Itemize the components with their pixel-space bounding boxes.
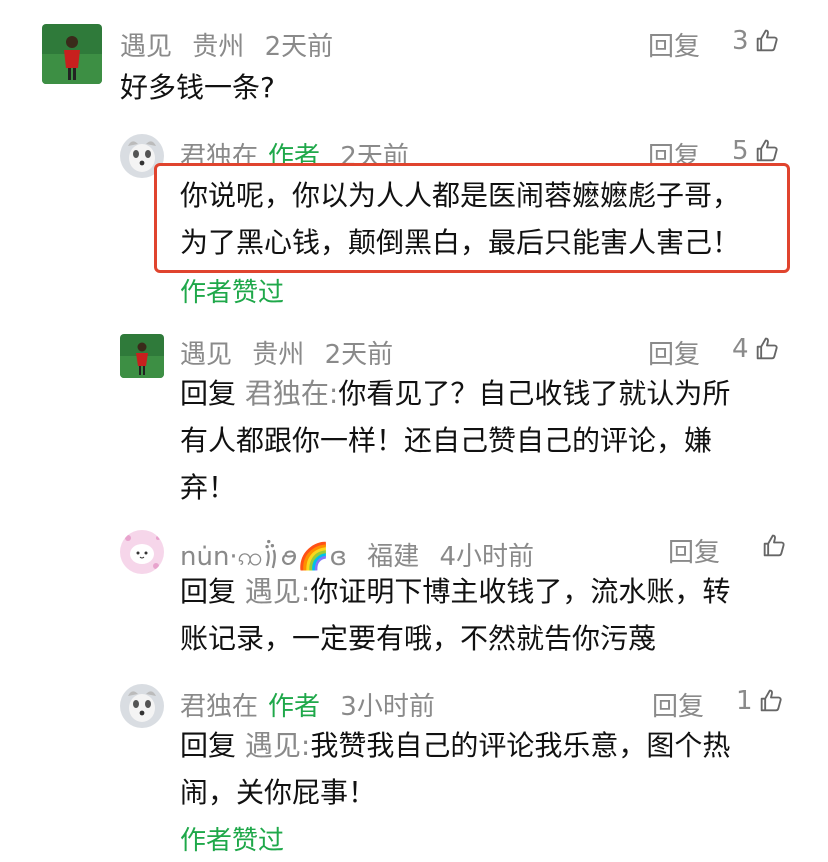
like-count: 3 — [732, 26, 749, 56]
reply-button[interactable]: 回复 — [648, 334, 700, 371]
like-count: 5 — [732, 136, 749, 166]
comment-text-line: 回复 遇见:我赞我自己的评论我乐意，图个热 — [180, 722, 730, 769]
reply-prefix: 回复 — [180, 729, 237, 762]
avatar-image — [120, 334, 164, 378]
comment-text-line: 回复 君独在:你看见了？自己收钱了就认为所 — [180, 370, 730, 417]
comment-text: 回复 遇见:你证明下博主收钱了，流水账，转 账记录，一定要有哦，不然就告你污蔑 — [180, 568, 730, 662]
reply-prefix: 回复 — [180, 377, 237, 410]
author-liked-label: 作者赞过 — [180, 826, 285, 856]
comment-text-line: 为了黑心钱，颠倒黑白，最后只能害人害己！ — [180, 226, 741, 259]
comment-text-line: 有人都跟你一样！还自己赞自己的评论，嫌 — [180, 424, 713, 457]
reply-to-user[interactable]: 君独在: — [245, 377, 338, 410]
comment-text: 好多钱一条? — [120, 71, 275, 104]
like-button[interactable] — [756, 532, 788, 560]
reply-to-user[interactable]: 遇见: — [245, 575, 310, 608]
reply-button[interactable]: 回复 — [668, 532, 720, 569]
comment-text-line: 回复 遇见:你证明下博主收钱了，流水账，转 — [180, 568, 730, 615]
username[interactable]: 君独在 — [180, 692, 258, 722]
avatar[interactable] — [120, 530, 164, 574]
comment-meta: 君独在 作者 3小时前 — [180, 686, 435, 723]
thumbs-up-icon — [756, 139, 778, 162]
comment-text: 回复 遇见:我赞我自己的评论我乐意，图个热 闹，关你屁事！ — [180, 722, 730, 816]
timestamp: 2天前 — [264, 32, 334, 62]
comment-text: 回复 君独在:你看见了？自己收钱了就认为所 有人都跟你一样！还自己赞自己的评论，… — [180, 370, 730, 511]
like-button[interactable]: 3 — [732, 26, 781, 56]
comment-text-part: 你看见了？自己收钱了就认为所 — [338, 377, 731, 410]
thumbs-up-icon — [760, 689, 782, 712]
comment-meta: 遇见 贵州 2天前 — [180, 334, 393, 371]
username[interactable]: 遇见 — [180, 340, 232, 370]
avatar-image — [120, 530, 164, 574]
username[interactable]: 遇见 — [120, 32, 172, 62]
comment-text-line: 闹，关你屁事！ — [180, 776, 377, 809]
comment-text-part: 我赞我自己的评论我乐意，图个热 — [310, 729, 731, 762]
like-button[interactable]: 5 — [732, 136, 781, 166]
avatar[interactable] — [42, 24, 102, 84]
like-button[interactable]: 4 — [732, 334, 781, 364]
location: 贵州 — [252, 340, 305, 370]
avatar-image — [120, 684, 164, 728]
reply-button[interactable]: 回复 — [648, 26, 700, 63]
reply-button[interactable]: 回复 — [652, 686, 704, 723]
like-count: 1 — [736, 686, 753, 716]
like-button[interactable]: 1 — [736, 686, 785, 716]
author-badge: 作者 — [268, 692, 321, 722]
avatar[interactable] — [120, 684, 164, 728]
reply-to-user[interactable]: 遇见: — [245, 729, 310, 762]
comment-text-line: 你说呢，你以为人人都是医闹蓉嬷嬷彪子哥， — [180, 179, 741, 212]
reply-prefix: 回复 — [180, 575, 237, 608]
timestamp: 3小时前 — [340, 692, 435, 722]
like-count: 4 — [732, 334, 749, 364]
author-liked-label: 作者赞过 — [180, 278, 285, 308]
comment-text-line: 弃！ — [180, 471, 237, 504]
comment-text-part: 你证明下博主收钱了，流水账，转 — [310, 575, 731, 608]
avatar-image — [42, 24, 102, 84]
location: 贵州 — [192, 32, 245, 62]
thumbs-up-icon — [756, 337, 778, 360]
timestamp: 2天前 — [324, 340, 394, 370]
avatar[interactable] — [120, 334, 164, 378]
comment-text-line: 账记录，一定要有哦，不然就告你污蔑 — [180, 622, 657, 655]
comment-meta: 遇见 贵州 2天前 — [120, 26, 333, 63]
thumbs-up-icon — [756, 29, 778, 52]
comment-text: 你说呢，你以为人人都是医闹蓉嬷嬷彪子哥， 为了黑心钱，颠倒黑白，最后只能害人害己… — [180, 172, 740, 266]
thumbs-up-icon — [763, 534, 785, 557]
